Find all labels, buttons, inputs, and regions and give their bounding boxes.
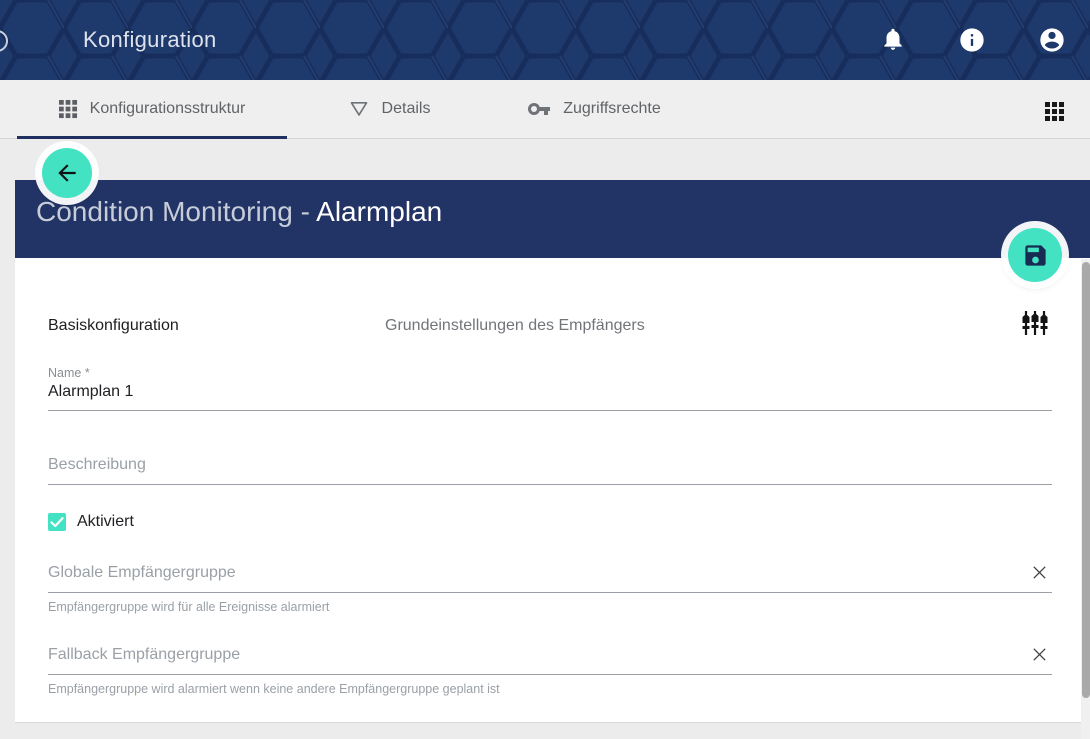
description-input[interactable] <box>48 452 1052 484</box>
activated-checkbox-row[interactable]: Aktiviert <box>48 513 134 531</box>
section-subtitle: Grundeinstellungen des Empfängers <box>385 317 645 335</box>
apps-grid-icon <box>1045 102 1065 122</box>
bell-icon <box>880 26 906 52</box>
active-tab-underline <box>17 136 287 139</box>
fallback-group-clear-button[interactable] <box>1027 646 1052 674</box>
content-card: Condition Monitoring - Alarmplan Basisko… <box>15 180 1090 723</box>
name-input[interactable] <box>48 380 1052 410</box>
notifications-button[interactable] <box>879 26 907 54</box>
sliders-icon <box>1018 306 1052 340</box>
filter-icon <box>348 98 370 120</box>
fallback-group-input[interactable] <box>48 642 1027 674</box>
account-icon <box>1038 26 1066 54</box>
fallback-group-helper: Empfängergruppe wird alarmiert wenn kein… <box>48 682 500 696</box>
global-group-field <box>48 560 1052 593</box>
tab-label: Zugriffsrechte <box>563 100 661 118</box>
tab-details[interactable]: Details <box>289 80 489 138</box>
scrollbar-thumb[interactable] <box>1082 262 1090 698</box>
close-icon <box>1031 564 1048 581</box>
activated-label: Aktiviert <box>77 513 134 531</box>
advanced-settings-button[interactable] <box>1018 306 1052 340</box>
page-title-emphasis: Alarmplan <box>316 196 442 227</box>
name-field-label: Name * <box>48 364 1052 380</box>
name-field: Name * <box>48 364 1052 411</box>
global-group-input[interactable] <box>48 560 1027 592</box>
info-icon <box>958 26 986 54</box>
key-icon <box>527 97 551 121</box>
apps-grid-button[interactable] <box>1045 102 1065 122</box>
save-fab-button[interactable] <box>1008 228 1062 282</box>
description-field <box>48 452 1052 485</box>
checkbox-checked-icon[interactable] <box>48 513 66 531</box>
page-title-prefix: Condition Monitoring - <box>36 196 316 227</box>
arrow-left-icon <box>54 160 80 186</box>
account-button[interactable] <box>1038 26 1066 54</box>
page-header-band: Condition Monitoring - Alarmplan <box>15 180 1090 258</box>
global-group-helper: Empfängergruppe wird für alle Ereignisse… <box>48 600 329 614</box>
app-bar: Konfiguration <box>0 0 1090 80</box>
tab-bar: Konfigurationsstruktur Details Zugriffsr… <box>0 80 1090 139</box>
tab-konfigurationsstruktur[interactable]: Konfigurationsstruktur <box>15 80 289 138</box>
tab-label: Details <box>382 100 431 118</box>
section-title: Basiskonfiguration <box>48 317 179 335</box>
global-group-clear-button[interactable] <box>1027 564 1052 592</box>
close-icon <box>1031 646 1048 663</box>
save-floppy-icon <box>1022 242 1049 269</box>
app-title: Konfiguration <box>83 27 217 53</box>
tab-zugriffsrechte[interactable]: Zugriffsrechte <box>489 80 699 138</box>
page-title: Condition Monitoring - Alarmplan <box>36 196 442 228</box>
tab-label: Konfigurationsstruktur <box>90 100 246 118</box>
info-button[interactable] <box>958 26 986 54</box>
grid-icon <box>59 100 78 119</box>
fallback-group-field <box>48 642 1052 675</box>
check-icon <box>48 513 66 531</box>
back-fab-button[interactable] <box>42 148 92 198</box>
screen: Konfiguration <box>0 0 1090 739</box>
